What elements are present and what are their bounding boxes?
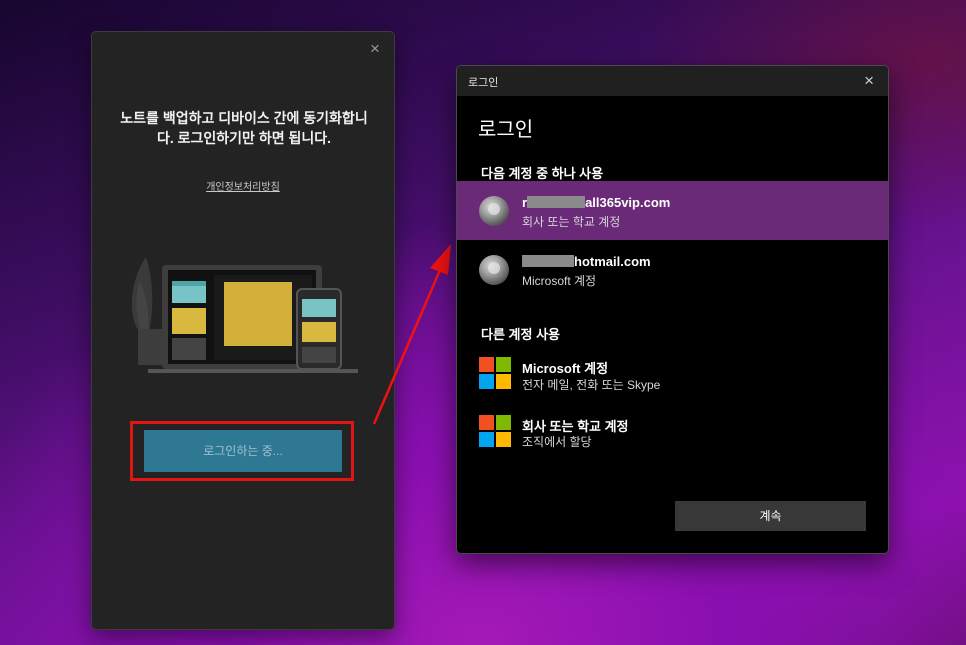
account-email: r all365vip.com <box>522 195 670 210</box>
dialog-window-title: 로그인 <box>468 77 499 89</box>
microsoft-logo-icon <box>479 415 511 447</box>
dialog-heading: 로그인 <box>478 119 534 141</box>
continue-button[interactable]: 계속 <box>675 501 866 531</box>
microsoft-logo-icon <box>479 357 511 389</box>
dialog-titlebar: 로그인 × <box>457 66 888 96</box>
email-suffix: hotmail.com <box>574 254 651 269</box>
redacted-block <box>522 255 574 267</box>
option-title: Microsoft 계정 <box>522 361 609 376</box>
redacted-block <box>527 196 586 208</box>
close-icon[interactable]: × <box>368 40 382 57</box>
account-row-work[interactable]: r all365vip.com 회사 또는 학교 계정 <box>457 181 888 240</box>
option-subtitle: 조직에서 할당 <box>522 435 592 449</box>
user-avatar <box>479 255 509 285</box>
other-account-label: 다른 계정 사용 <box>481 327 560 342</box>
privacy-link[interactable]: 개인정보처리방침 <box>92 178 394 193</box>
user-avatar <box>479 196 509 226</box>
email-suffix: all365vip.com <box>585 195 671 210</box>
option-subtitle: 전자 메일, 전화 또는 Skype <box>522 378 661 392</box>
login-dialog: 로그인 × 로그인 다음 계정 중 하나 사용 r all365vip.com 회… <box>456 65 889 554</box>
devices-illustration <box>131 257 358 373</box>
highlight-box <box>130 421 354 481</box>
account-type: 회사 또는 학교 계정 <box>522 215 621 229</box>
account-type: Microsoft 계정 <box>522 274 597 288</box>
account-email: hotmail.com <box>522 254 651 269</box>
onenote-signin-window: × 노트를 백업하고 디바이스 간에 동기화합니다. 로그인하기만 하면 됩니다… <box>91 31 395 630</box>
account-row-microsoft[interactable]: hotmail.com Microsoft 계정 <box>457 240 888 299</box>
close-icon[interactable]: × <box>864 72 874 89</box>
use-account-label: 다음 계정 중 하나 사용 <box>481 166 604 181</box>
signin-message: 노트를 백업하고 디바이스 간에 동기화합니다. 로그인하기만 하면 됩니다. <box>120 110 368 146</box>
